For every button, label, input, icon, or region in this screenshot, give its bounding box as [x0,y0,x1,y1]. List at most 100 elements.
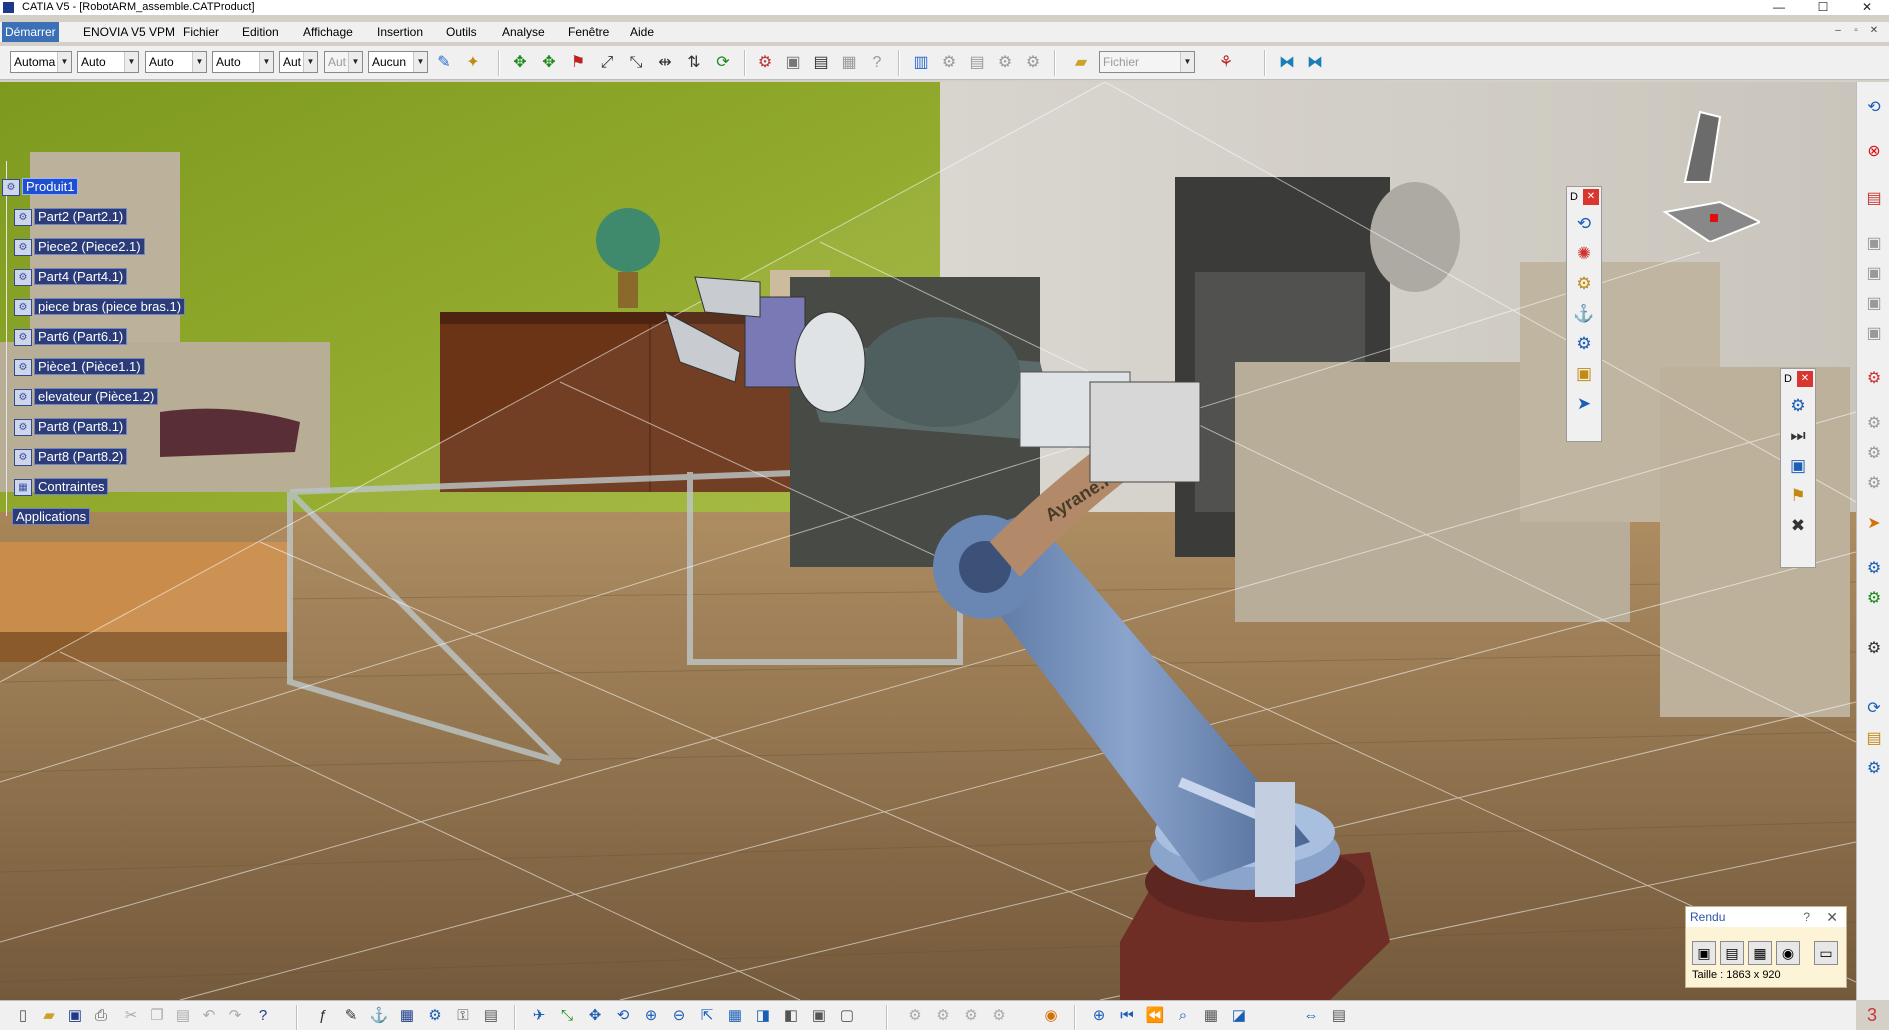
rotate-view-icon[interactable]: ⟲ [612,1005,634,1027]
analysis-icon[interactable]: ⚙ [1862,557,1886,581]
options-icon[interactable]: ⚙ [1862,637,1886,661]
open-icon[interactable]: ▰ [38,1005,60,1027]
redo-icon[interactable]: ↷ [224,1005,246,1027]
properties-icon[interactable]: ✦ [462,52,484,74]
tool-icon-5[interactable]: ⚙ [1862,412,1886,436]
check-icon[interactable]: ⚙ [1862,587,1886,611]
cut-icon[interactable]: ✂ [120,1005,142,1027]
help-icon[interactable]: ? [866,52,888,74]
point-type-combo[interactable]: Aut ▼ [279,51,318,73]
tool-icon-1[interactable]: ▣ [1862,232,1886,256]
pdf-icon[interactable]: ▤ [1862,187,1886,211]
player-icon[interactable]: ⏭ [1785,423,1811,449]
tree-item[interactable]: ⚙ Part6 (Part6.1) [14,327,128,347]
layer-icon[interactable]: ▦ [1200,1005,1222,1027]
help-icon[interactable]: ? [1803,907,1810,927]
cursor-icon[interactable]: ➤ [1571,391,1597,417]
maximize-button[interactable]: ☐ [1801,0,1845,15]
sensor-icon[interactable]: ⚙ [1571,271,1597,297]
inertia-icon[interactable]: ▤ [1328,1005,1350,1027]
smart-move-icon[interactable]: ⤢ [596,52,618,74]
swap-space-icon[interactable]: ▢ [836,1005,858,1027]
formula-icon[interactable]: ƒ [312,1005,334,1027]
rendering-style-combo[interactable]: Aucun ▼ [368,51,428,73]
move-icon[interactable]: ✥ [509,52,531,74]
color-combo[interactable]: Automa ▼ [10,51,72,73]
undo-icon[interactable]: ↶ [198,1005,220,1027]
3d-viewport[interactable]: Ayrane.f ⚙ Produit1 ⚙ Part2 (Part2.1) ⚙ Pie… [0,82,1856,1000]
close-icon[interactable]: ✕ [1826,907,1838,927]
tree-item[interactable]: ⚙ elevateur (Pièce1.2) [14,387,159,407]
search-icon[interactable]: ⌕ [1172,1005,1194,1027]
camera-icon[interactable]: ◉ [1040,1005,1062,1027]
measure-icon[interactable]: ⇔ [1300,1005,1322,1027]
macro-icon[interactable]: ▤ [480,1005,502,1027]
clash-icon[interactable]: ⇅ [683,52,705,74]
fit-icon[interactable]: ⤡ [556,1005,578,1027]
select-icon[interactable]: ➤ [1862,512,1886,536]
menu-analyse[interactable]: Analyse [499,22,548,42]
update-icon[interactable]: ⟳ [712,52,734,74]
painter-icon[interactable]: ✎ [433,52,455,74]
sync-icon[interactable]: ⟳ [1862,697,1886,721]
mechanism-icon[interactable]: ⚙ [1785,393,1811,419]
menu-affichage[interactable]: Affichage [300,22,356,42]
open-folder-icon[interactable]: ▰ [1070,52,1092,74]
web-publish-icon[interactable]: ⚘ [1215,52,1237,74]
law-icon[interactable]: ⚓ [368,1005,390,1027]
new-component-icon[interactable]: ▤ [810,52,832,74]
compass-widget[interactable] [1640,102,1760,242]
paste-icon[interactable]: ▤ [172,1005,194,1027]
tool-icon-2[interactable]: ▣ [1862,262,1886,286]
simulate-icon[interactable]: ▣ [1571,361,1597,387]
menu-fenetre[interactable]: Fenêtre [565,22,612,42]
rewind-icon[interactable]: ⏮ [1116,1005,1138,1027]
tree-applications[interactable]: Applications [12,507,91,527]
tree-item[interactable]: ⚙ Part4 (Part4.1) [14,267,128,287]
tree-item[interactable]: ▦ Contraintes [14,477,109,497]
existing-component-icon[interactable]: ▣ [782,52,804,74]
render-save-icon[interactable]: ▭ [1814,941,1838,965]
command-icon[interactable]: ⚙ [1571,331,1597,357]
render-shot-icon[interactable]: ▣ [1692,941,1716,965]
transparency-combo[interactable]: Auto ▼ [77,51,139,73]
file-combo[interactable]: Fichier ▼ [1099,51,1195,73]
line-thickness-combo[interactable]: Auto ▼ [145,51,207,73]
tree-item[interactable]: ⚙ Part2 (Part2.1) [14,207,128,227]
iso-view-icon[interactable]: ◨ [752,1005,774,1027]
enovia-icon[interactable]: ⟲ [1862,96,1886,120]
tools-icon[interactable]: ✖ [1785,513,1811,539]
product-structure-icon[interactable]: ⚙ [1862,757,1886,781]
link-icon[interactable]: ⚙ [988,1005,1010,1027]
menu-demarrer[interactable]: Démarrer [2,22,59,42]
replace-component-icon[interactable]: ⚙ [938,52,960,74]
snap-icon[interactable]: ⚑ [567,52,589,74]
tree-item[interactable]: ⚙ Piece2 (Piece2.1) [14,237,145,257]
line-type-combo[interactable]: Auto ▼ [212,51,274,73]
table-icon[interactable]: ▦ [396,1005,418,1027]
zoom-out-icon[interactable]: ⊖ [668,1005,690,1027]
menu-edition[interactable]: Edition [239,22,282,42]
tool-icon-3[interactable]: ▣ [1862,292,1886,316]
copy-format-icon[interactable]: ⚙ [932,1005,954,1027]
whats-this-icon[interactable]: ? [252,1005,274,1027]
minimize-button[interactable]: — [1757,0,1801,15]
multi-instantiation-icon[interactable]: ⚙ [1022,52,1044,74]
save-management-icon[interactable]: ▥ [910,52,932,74]
normal-view-icon[interactable]: ⇱ [696,1005,718,1027]
tool-icon-7[interactable]: ⚙ [1862,472,1886,496]
pan-icon[interactable]: ✥ [584,1005,606,1027]
catalog-icon[interactable]: ⚙ [754,52,776,74]
tree-item[interactable]: ⚙ Part8 (Part8.1) [14,417,128,437]
manipulate-icon[interactable]: ✥ [538,52,560,74]
close-icon[interactable]: ✕ [1583,189,1599,205]
tree-item[interactable]: ⚙ piece bras (piece bras.1) [14,297,186,317]
kinematics-icon[interactable]: ⚙ [1862,367,1886,391]
shading-icon[interactable]: ◧ [780,1005,802,1027]
hide-show-icon[interactable]: ▣ [808,1005,830,1027]
graph-tree-icon[interactable]: ▤ [966,52,988,74]
clash-detect-icon[interactable]: ⚑ [1785,483,1811,509]
stop-manipulate-icon[interactable]: ⇹ [654,52,676,74]
close-window-button[interactable]: ✕ [1845,0,1889,15]
save-icon[interactable]: ▣ [64,1005,86,1027]
